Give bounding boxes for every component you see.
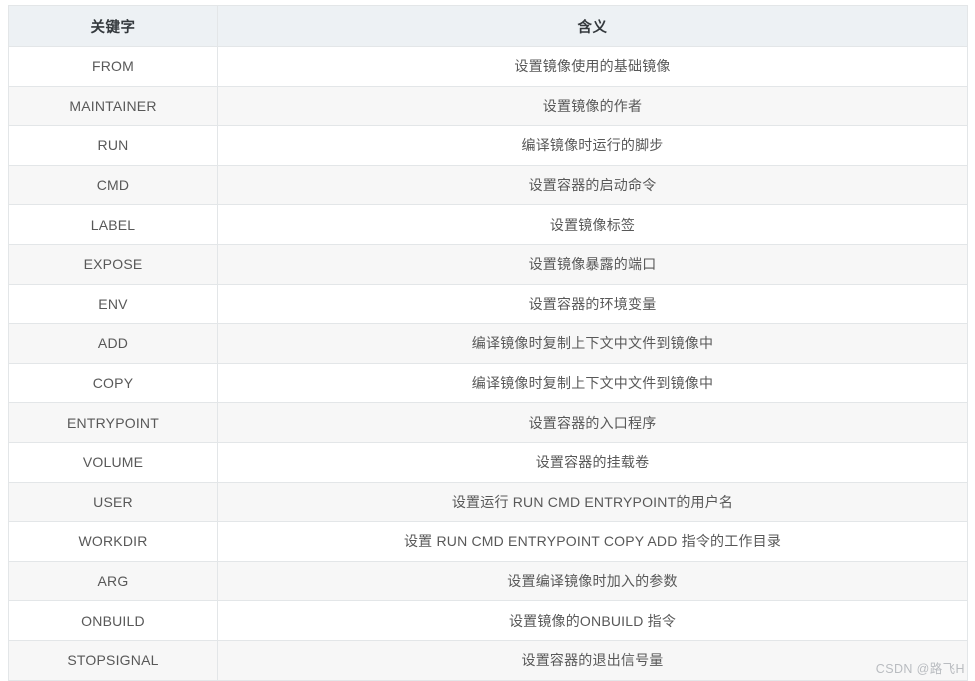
table-row: ADD 编译镜像时复制上下文中文件到镜像中 — [8, 323, 968, 364]
cell-keyword: WORKDIR — [8, 521, 218, 562]
cell-meaning: 设置镜像的作者 — [217, 85, 968, 127]
cell-keyword: CMD — [8, 164, 218, 206]
table-row: RUN 编译镜像时运行的脚步 — [8, 125, 968, 166]
table-row: FROM 设置镜像使用的基础镜像 — [8, 46, 968, 87]
table-row: LABEL 设置镜像标签 — [8, 204, 968, 245]
dockerfile-keyword-table: 关键字 含义 FROM 设置镜像使用的基础镜像 MAINTAINER 设置镜像的作者 R… — [8, 5, 968, 681]
cell-keyword: COPY — [8, 362, 218, 404]
keyword-table-container: 关键字 含义 FROM 设置镜像使用的基础镜像 MAINTAINER 设置镜像的作者 R… — [8, 5, 968, 681]
cell-keyword: MAINTAINER — [8, 85, 218, 127]
cell-meaning: 设置镜像标签 — [217, 204, 968, 245]
csdn-watermark: CSDN @路飞H — [875, 662, 965, 676]
cell-meaning: 设置镜像使用的基础镜像 — [217, 46, 968, 87]
table-row: STOPSIGNAL 设置容器的退出信号量 — [8, 639, 968, 681]
cell-meaning: 设置容器的入口程序 — [217, 402, 968, 443]
column-header-keyword: 关键字 — [8, 5, 218, 47]
cell-keyword: ONBUILD — [8, 600, 218, 641]
table-header-row: 关键字 含义 — [8, 5, 968, 47]
table-row: USER 设置运行 RUN CMD ENTRYPOINT的用户名 — [8, 481, 968, 523]
cell-meaning: 设置镜像的ONBUILD 指令 — [217, 600, 968, 641]
cell-keyword: EXPOSE — [8, 243, 218, 285]
table-body: FROM 设置镜像使用的基础镜像 MAINTAINER 设置镜像的作者 RUN 编译镜像时… — [8, 46, 968, 681]
cell-meaning: 设置编译镜像时加入的参数 — [217, 560, 968, 602]
cell-keyword: ADD — [8, 323, 218, 364]
table-row: VOLUME 设置容器的挂载卷 — [8, 441, 968, 483]
cell-keyword: ENV — [8, 283, 218, 325]
cell-meaning: 设置 RUN CMD ENTRYPOINT COPY ADD 指令的工作目录 — [217, 521, 968, 562]
cell-meaning: 编译镜像时运行的脚步 — [217, 125, 968, 166]
cell-keyword: RUN — [8, 125, 218, 166]
table-row: EXPOSE 设置镜像暴露的端口 — [8, 243, 968, 285]
table-row: COPY 编译镜像时复制上下文中文件到镜像中 — [8, 362, 968, 404]
cell-keyword: USER — [8, 481, 218, 523]
cell-meaning: 设置容器的环境变量 — [217, 283, 968, 325]
table-header: 关键字 含义 — [8, 5, 968, 47]
cell-meaning: 设置容器的挂载卷 — [217, 441, 968, 483]
table-row: ONBUILD 设置镜像的ONBUILD 指令 — [8, 600, 968, 641]
cell-meaning: 编译镜像时复制上下文中文件到镜像中 — [217, 362, 968, 404]
cell-keyword: ENTRYPOINT — [8, 402, 218, 443]
table-row: CMD 设置容器的启动命令 — [8, 164, 968, 206]
cell-meaning: 设置容器的退出信号量 — [217, 639, 968, 681]
column-header-meaning: 含义 — [217, 5, 968, 47]
cell-keyword: VOLUME — [8, 441, 218, 483]
table-row: ENV 设置容器的环境变量 — [8, 283, 968, 325]
cell-meaning: 设置容器的启动命令 — [217, 164, 968, 206]
cell-keyword: ARG — [8, 560, 218, 602]
table-row: WORKDIR 设置 RUN CMD ENTRYPOINT COPY ADD 指令… — [8, 521, 968, 562]
table-row: MAINTAINER 设置镜像的作者 — [8, 85, 968, 127]
cell-meaning: 设置镜像暴露的端口 — [217, 243, 968, 285]
cell-keyword: LABEL — [8, 204, 218, 245]
cell-keyword: STOPSIGNAL — [8, 639, 218, 681]
cell-meaning: 编译镜像时复制上下文中文件到镜像中 — [217, 323, 968, 364]
table-row: ARG 设置编译镜像时加入的参数 — [8, 560, 968, 602]
page-root: 关键字 含义 FROM 设置镜像使用的基础镜像 MAINTAINER 设置镜像的作者 R… — [0, 0, 975, 681]
cell-keyword: FROM — [8, 46, 218, 87]
cell-meaning: 设置运行 RUN CMD ENTRYPOINT的用户名 — [217, 481, 968, 523]
table-row: ENTRYPOINT 设置容器的入口程序 — [8, 402, 968, 443]
